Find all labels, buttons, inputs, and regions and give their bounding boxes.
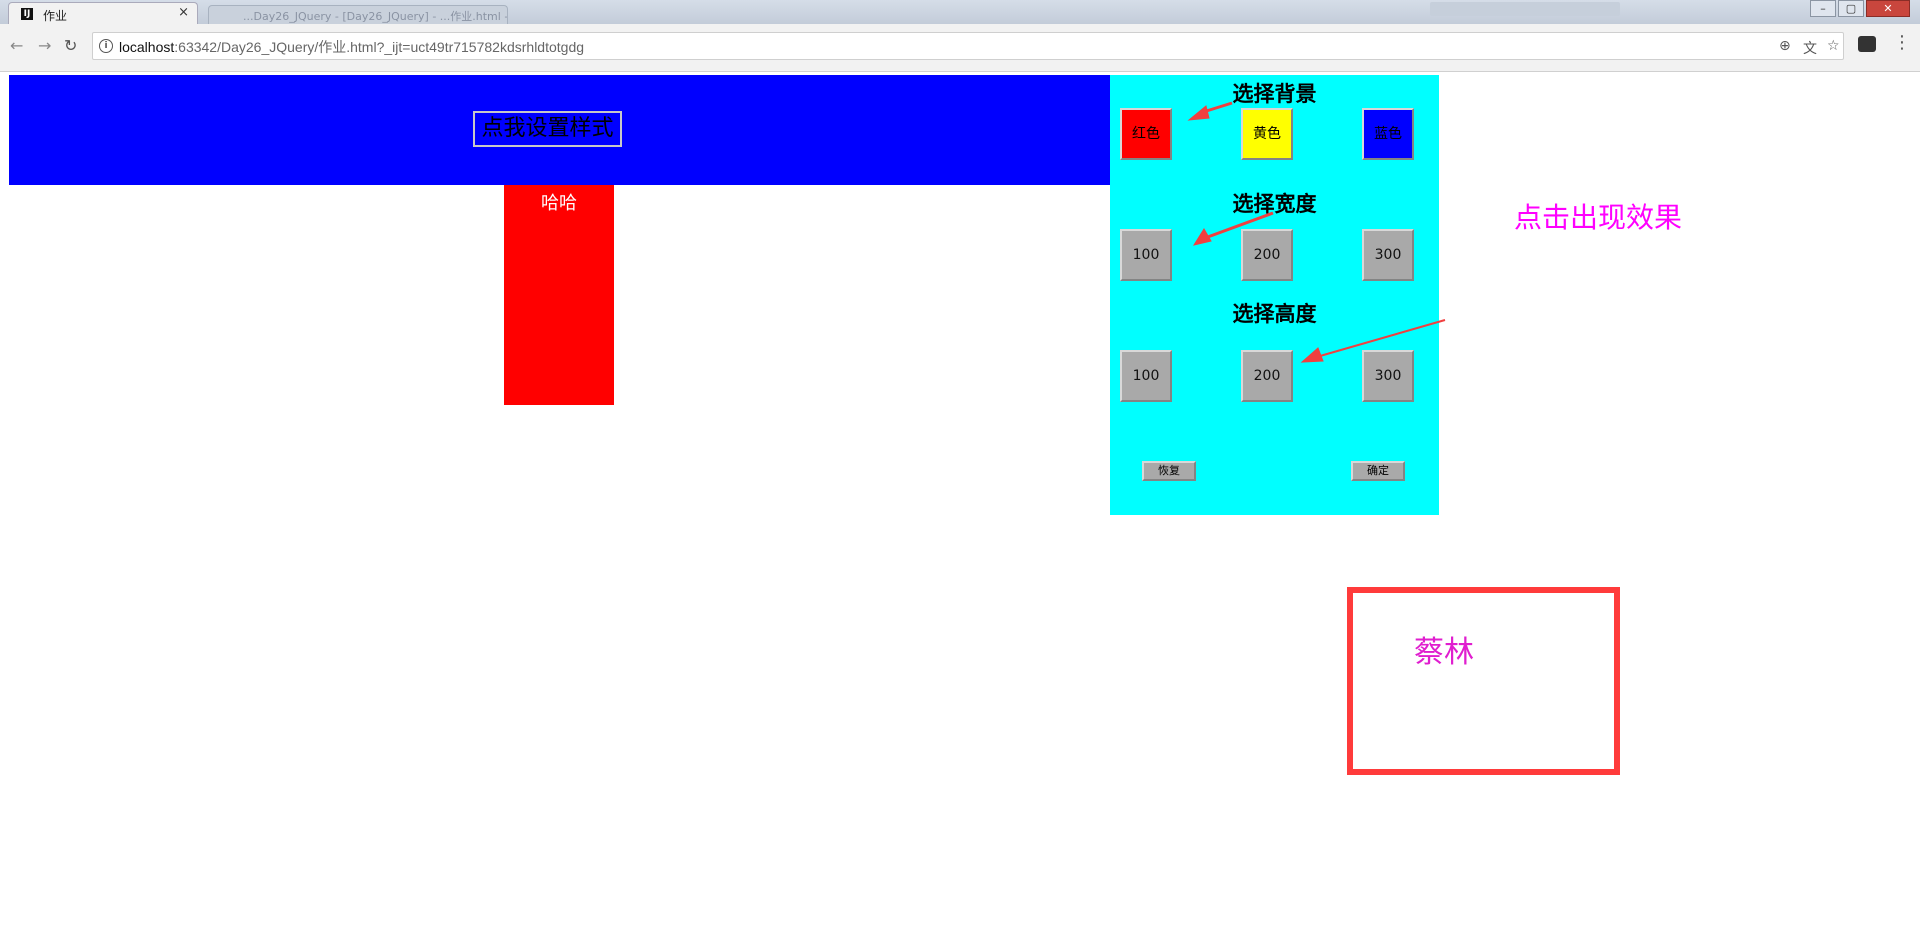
url-host: localhost <box>119 39 175 55</box>
tab-title: 作业 <box>43 9 68 23</box>
window-controls: – ▢ ✕ <box>1808 0 1910 18</box>
height-option-100[interactable]: 100 <box>1120 350 1172 402</box>
reload-icon[interactable]: ↻ <box>64 36 77 55</box>
tab-close-icon[interactable]: × <box>178 5 189 20</box>
info-icon[interactable]: i <box>99 39 113 53</box>
window-titlebar: IJ 作业 × ...Day26_JQuery - [Day26_JQuery]… <box>0 0 1920 26</box>
extension-icon[interactable] <box>1858 36 1876 52</box>
url-path: :63342/Day26_JQuery/作业.html?_ijt=uct49tr… <box>174 39 585 55</box>
back-arrow-icon[interactable]: ← <box>10 36 23 55</box>
translate-icon[interactable]: 文 <box>1803 38 1817 58</box>
height-section-title: 选择高度 <box>1232 302 1317 326</box>
zoom-icon[interactable]: ⊕ <box>1779 38 1791 54</box>
intellij-icon: IJ <box>21 8 33 20</box>
minimize-button[interactable]: – <box>1810 0 1836 17</box>
close-window-button[interactable]: ✕ <box>1866 0 1910 17</box>
bg-option-blue[interactable]: 蓝色 <box>1362 108 1414 160</box>
maximize-button[interactable]: ▢ <box>1838 0 1864 17</box>
width-option-200[interactable]: 200 <box>1241 229 1293 281</box>
star-icon[interactable]: ☆ <box>1827 38 1840 54</box>
set-style-button[interactable]: 点我设置样式 <box>473 111 622 147</box>
width-option-300[interactable]: 300 <box>1362 229 1414 281</box>
signature-frame: 蔡林 <box>1347 587 1620 775</box>
browser-toolbar: ← → ↻ i localhost:63342/Day26_JQuery/作业.… <box>0 24 1920 72</box>
annotation-note: 点击出现效果 <box>1514 201 1683 234</box>
height-option-200[interactable]: 200 <box>1241 350 1293 402</box>
tab-inactive-title: ...Day26_JQuery - [Day26_JQuery] - ...作业… <box>243 10 508 23</box>
url-text[interactable]: localhost:63342/Day26_JQuery/作业.html?_ij… <box>119 37 584 57</box>
width-section-title: 选择宽度 <box>1232 192 1317 216</box>
menu-icon[interactable]: ⋮ <box>1893 32 1911 53</box>
tab-inactive[interactable]: ...Day26_JQuery - [Day26_JQuery] - ...作业… <box>208 5 508 24</box>
red-box: 哈哈 <box>504 185 614 405</box>
width-option-100[interactable]: 100 <box>1120 229 1172 281</box>
forward-arrow-icon[interactable]: → <box>38 36 51 55</box>
style-panel: 选择背景 红色 黄色 蓝色 选择宽度 100 200 300 选择高度 100 … <box>1110 75 1439 515</box>
height-option-300[interactable]: 300 <box>1362 350 1414 402</box>
tab-active[interactable]: IJ 作业 × <box>8 2 198 26</box>
red-box-text: 哈哈 <box>541 193 577 214</box>
background-section-title: 选择背景 <box>1232 82 1317 106</box>
signature-text: 蔡林 <box>1414 635 1474 670</box>
bg-option-yellow[interactable]: 黄色 <box>1241 108 1293 160</box>
address-bar[interactable]: i localhost:63342/Day26_JQuery/作业.html?_… <box>92 32 1844 60</box>
titlebar-field <box>1430 2 1620 16</box>
bg-option-red[interactable]: 红色 <box>1120 108 1172 160</box>
reset-button[interactable]: 恢复 <box>1142 461 1196 481</box>
confirm-button[interactable]: 确定 <box>1351 461 1405 481</box>
